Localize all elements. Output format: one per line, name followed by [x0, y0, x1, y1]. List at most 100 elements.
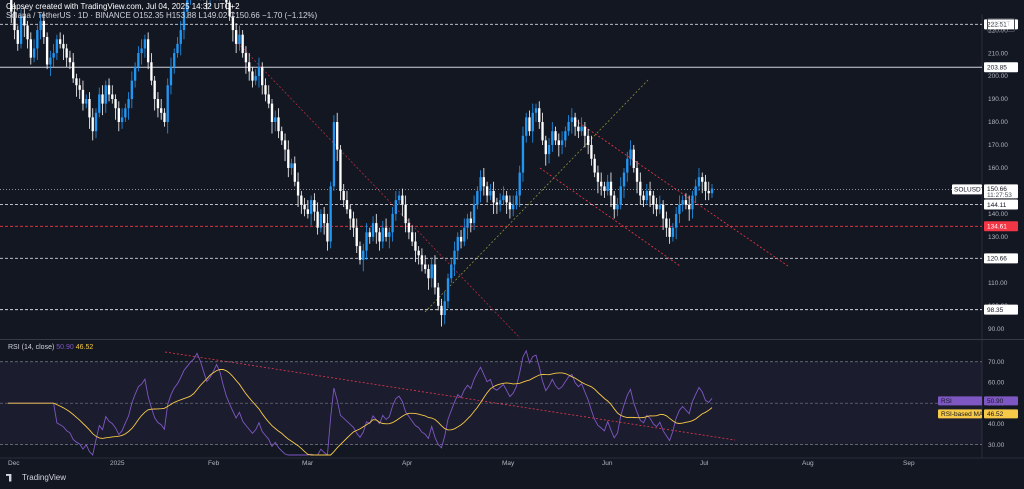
candle-body [257, 66, 261, 77]
tradingview-brand: TradingView [22, 473, 67, 482]
candle-body [645, 190, 648, 201]
candle-body [32, 48, 36, 58]
time-tick-label: Sep [903, 460, 915, 467]
candle-body [606, 181, 609, 191]
candle-body [303, 204, 306, 210]
level-tag-label: 120.66 [987, 256, 1007, 263]
candle-body [52, 53, 55, 58]
rsi-ma-value: 46.52 [75, 344, 94, 351]
candle-body [427, 269, 430, 279]
candle-body [492, 190, 495, 203]
rsi-tick-label: 30.00 [988, 442, 1005, 449]
candle-body [463, 227, 466, 242]
candle-body [593, 158, 596, 173]
candle-body [313, 200, 316, 212]
candle-body [407, 223, 411, 233]
rsi-value: 50.90 [56, 344, 74, 351]
candle-body [648, 190, 652, 196]
candle-body [567, 122, 570, 132]
candle-body [642, 195, 645, 201]
symbol-tag-label: SOLUSDT [954, 187, 985, 194]
candle-body [600, 181, 603, 187]
candle-body [277, 117, 280, 132]
candle-body [91, 117, 94, 132]
candle-body [153, 80, 156, 100]
rsi-tick-label: 60.00 [988, 380, 1005, 387]
candle-body [498, 200, 502, 205]
candle-body [49, 57, 52, 65]
candle-body [42, 20, 46, 37]
tradingview-logo[interactable]: TradingView [6, 473, 66, 482]
candle-body [681, 200, 684, 205]
candle-body [316, 211, 319, 228]
candle-body [420, 255, 424, 265]
rsi-ma-tag-value: 46.52 [987, 411, 1004, 418]
candle-body [173, 53, 176, 67]
candle-body [688, 204, 691, 210]
candle-body [137, 53, 140, 67]
candle-body [88, 99, 91, 118]
candle-body [290, 163, 293, 168]
candle-body [704, 181, 707, 191]
candle-body [101, 94, 104, 104]
candle-body [583, 126, 587, 136]
candle-body [267, 94, 270, 104]
time-tick-label: May [502, 460, 515, 467]
candle-body [430, 264, 433, 279]
level-tag-label: 98.35 [987, 307, 1004, 314]
candle-body [81, 89, 85, 104]
candle-body [166, 85, 169, 122]
candle-body [156, 99, 160, 109]
candle-body [264, 85, 267, 95]
candle-body [368, 232, 371, 237]
candle-body [590, 144, 593, 159]
candle-body [397, 195, 401, 201]
candle-body [104, 85, 107, 104]
rsi-title: RSI (14, close) [8, 344, 55, 351]
time-tick-label: Jun [602, 460, 613, 467]
candle-body [658, 204, 662, 210]
candle-body [668, 227, 671, 237]
candle-body [626, 158, 629, 173]
rsi-tick-label: 70.00 [988, 359, 1005, 366]
candle-body [671, 227, 675, 237]
candle-body [322, 213, 326, 224]
candle-body [401, 195, 404, 205]
candle-body [55, 39, 59, 54]
candle-body [29, 39, 32, 58]
price-tick-label: 180.00 [988, 119, 1008, 126]
candle-body [622, 172, 626, 187]
candle-body [570, 117, 574, 122]
candle-body [691, 195, 694, 210]
candle-body [710, 188, 714, 194]
candle-body [616, 204, 619, 210]
candle-body [107, 85, 111, 95]
candle-body [371, 223, 375, 237]
candle-body [391, 213, 394, 233]
candle-body [639, 181, 642, 196]
currency-button[interactable]: USDT [987, 18, 1015, 32]
candle-body [117, 108, 120, 122]
candle-body [564, 131, 567, 141]
candle-body [613, 195, 616, 210]
price-tick-label: 130.00 [988, 234, 1008, 241]
time-axis[interactable]: Dec 2025 Feb Mar Apr May Jun Jul Aug Sep [8, 460, 915, 467]
price-tick-label: 210.00 [988, 50, 1008, 57]
candle-body [472, 204, 476, 224]
candle-body [65, 48, 68, 58]
candle-body [560, 140, 564, 145]
candle-body [287, 149, 290, 168]
candle-body [609, 181, 613, 196]
candle-body [619, 186, 622, 205]
candle-body [274, 117, 277, 122]
candle-body [388, 232, 391, 237]
candle-body [404, 204, 407, 224]
candle-body [674, 213, 678, 228]
rsi-legend: RSI (14, close) 50.90 46.52 [8, 344, 93, 351]
candle-body [127, 99, 130, 109]
candle-body [655, 204, 658, 210]
candle-body [450, 264, 453, 279]
time-tick-label: Feb [208, 460, 220, 467]
footer-bar: TradingView [0, 469, 1024, 489]
chart-canvas[interactable]: 90.00100.00110.00120.00130.00140.00150.0… [0, 0, 1024, 489]
